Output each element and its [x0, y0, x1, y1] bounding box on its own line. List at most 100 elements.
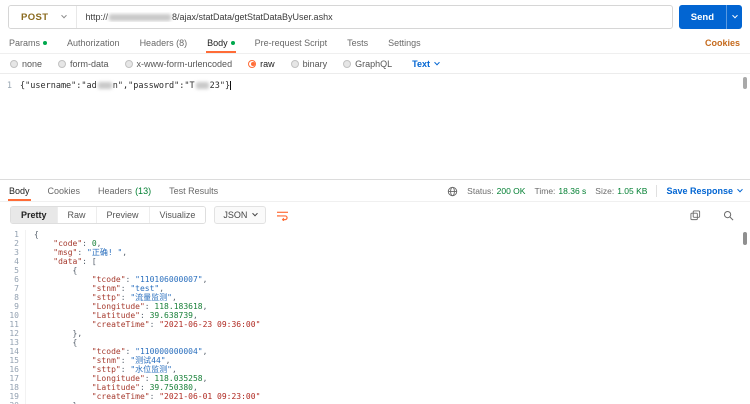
mode-label: form-data — [70, 58, 109, 69]
code-line: 18 "Latitude": 39.750380, — [0, 383, 750, 392]
url-group: POST http://8/ajax/statData/getStatDataB… — [8, 5, 673, 29]
view-visualize[interactable]: Visualize — [149, 207, 206, 223]
send-options-button[interactable] — [726, 5, 742, 29]
line-content: { — [34, 230, 39, 239]
redacted-text — [97, 82, 112, 89]
method-label: POST — [21, 11, 49, 23]
chevron-down-icon — [737, 186, 743, 193]
request-body-text: {"username":"ad n","password":"T 23"} — [20, 81, 232, 91]
tab-label: Settings — [388, 38, 421, 48]
save-response-label: Save Response — [666, 186, 733, 196]
radio-icon — [290, 59, 299, 68]
mode-label: none — [22, 58, 43, 69]
line-number: 3 — [0, 248, 26, 257]
body-mode-row: none form-data x-www-form-urlencoded raw… — [0, 54, 750, 74]
line-number: 16 — [0, 365, 26, 374]
postman-app: POST http://8/ajax/statData/getStatDataB… — [0, 0, 750, 404]
mode-x-www-form-urlencoded[interactable]: x-www-form-urlencoded — [124, 58, 233, 69]
line-number: 1 — [6, 81, 12, 91]
code-line: 3 "msg": "正确! ", — [0, 248, 750, 257]
response-tab-cookies[interactable]: Cookies — [47, 182, 82, 201]
tab-params[interactable]: Params — [8, 34, 48, 53]
mode-label: raw — [260, 58, 275, 69]
line-content: "tcode": "110106000007", — [91, 275, 208, 284]
response-json-lines: 1{2 "code": 0, 3 "msg": "正确! ", 4 "data": … — [0, 230, 750, 404]
response-meta: Status: 200 OK Time: 18.36 s Size: 1.05 KB … — [447, 185, 743, 201]
code-line: 2 "code": 0, — [0, 239, 750, 248]
mode-label: x-www-form-urlencoded — [136, 58, 233, 69]
format-selector[interactable]: JSON — [214, 206, 267, 224]
tab-authorization[interactable]: Authorization — [66, 34, 121, 53]
tab-headers[interactable]: Headers (8) — [139, 34, 189, 53]
code-line: 1{ — [0, 230, 750, 239]
line-content: "createTime": "2021-06-01 09:23:00" — [91, 392, 261, 401]
mode-binary[interactable]: binary — [290, 59, 327, 69]
line-number: 8 — [0, 293, 26, 302]
raw-type-label: Text — [412, 58, 430, 69]
send-button[interactable]: Send — [679, 5, 726, 29]
url-input[interactable]: http://8/ajax/statData/getStatDataByUser… — [77, 6, 671, 28]
line-content: "code": 0, — [53, 239, 102, 248]
redacted-text — [108, 14, 171, 22]
view-raw[interactable]: Raw — [57, 207, 97, 223]
mode-raw[interactable]: raw — [248, 59, 275, 69]
tab-tests[interactable]: Tests — [346, 34, 369, 53]
response-tab-headers[interactable]: Headers (13) — [97, 182, 152, 201]
line-number: 14 — [0, 347, 26, 356]
chevron-down-icon — [61, 12, 68, 19]
line-content: { — [34, 338, 78, 347]
tab-settings[interactable]: Settings — [387, 34, 422, 53]
request-body-editor[interactable]: 1 {"username":"ad n","password":"T 23"} — [0, 74, 750, 179]
url-text: http://8/ajax/statData/getStatDataByUser… — [85, 12, 333, 22]
response-tab-body[interactable]: Body — [8, 182, 31, 201]
view-preview[interactable]: Preview — [96, 207, 150, 223]
view-mode-group: Pretty Raw Preview Visualize — [10, 206, 207, 224]
time-label: Time: — [534, 186, 556, 196]
code-line: 7 "stnm": "test", — [0, 284, 750, 293]
scrollbar-thumb[interactable] — [743, 77, 747, 89]
mode-form-data[interactable]: form-data — [58, 59, 109, 69]
unsaved-dot — [230, 41, 235, 45]
send-label: Send — [690, 11, 714, 23]
network-globe-icon[interactable] — [447, 186, 458, 197]
tab-pre-request-script[interactable]: Pre-request Script — [254, 34, 329, 53]
code-line: 19 "createTime": "2021-06-01 09:23:00" — [0, 392, 750, 401]
code-line: 10 "Latitude": 39.638739, — [0, 311, 750, 320]
tab-label: Test Results — [169, 186, 219, 196]
code-line: 5 { — [0, 266, 750, 275]
response-tab-test-results[interactable]: Test Results — [168, 182, 219, 201]
status-value: 200 OK — [496, 186, 526, 196]
tab-label: Headers — [98, 186, 133, 196]
response-body-viewer[interactable]: 1{2 "code": 0, 3 "msg": "正确! ", 4 "data": … — [0, 228, 750, 404]
scrollbar-thumb[interactable] — [743, 232, 747, 245]
tab-label: Cookies — [47, 186, 81, 196]
radio-icon — [343, 59, 352, 68]
line-number: 19 — [0, 392, 26, 401]
line-content: { — [34, 266, 78, 275]
method-selector[interactable]: POST — [9, 6, 78, 28]
mode-graphql[interactable]: GraphQL — [343, 59, 392, 69]
status-label: Status: — [467, 186, 494, 196]
copy-response-icon[interactable] — [690, 209, 701, 221]
line-number: 4 — [0, 257, 26, 266]
save-response-button[interactable]: Save Response — [666, 186, 743, 196]
tab-label: Tests — [347, 38, 369, 48]
wrap-lines-icon[interactable] — [276, 210, 289, 221]
raw-type-selector[interactable]: Text — [412, 58, 440, 69]
cookies-link[interactable]: Cookies — [703, 34, 742, 53]
tab-label: Body — [9, 186, 30, 196]
search-icon[interactable] — [723, 210, 734, 221]
line-number: 1 — [0, 230, 26, 239]
code-line: 6 "tcode": "110106000007", — [0, 275, 750, 284]
line-content: "stnm": "测试44", — [91, 356, 171, 365]
view-pretty[interactable]: Pretty — [11, 207, 58, 223]
line-content: "tcode": "110000000004", — [91, 347, 208, 356]
tab-body[interactable]: Body — [206, 34, 236, 53]
mode-none[interactable]: none — [10, 59, 42, 69]
line-content: "Latitude": 39.638739, — [91, 311, 198, 320]
line-number: 2 — [0, 239, 26, 248]
code-line: 11 "createTime": "2021-06-23 09:36:00" — [0, 320, 750, 329]
response-toolbar: Pretty Raw Preview Visualize JSON — [0, 202, 750, 228]
radio-icon — [124, 59, 133, 68]
line-number: 13 — [0, 338, 26, 347]
